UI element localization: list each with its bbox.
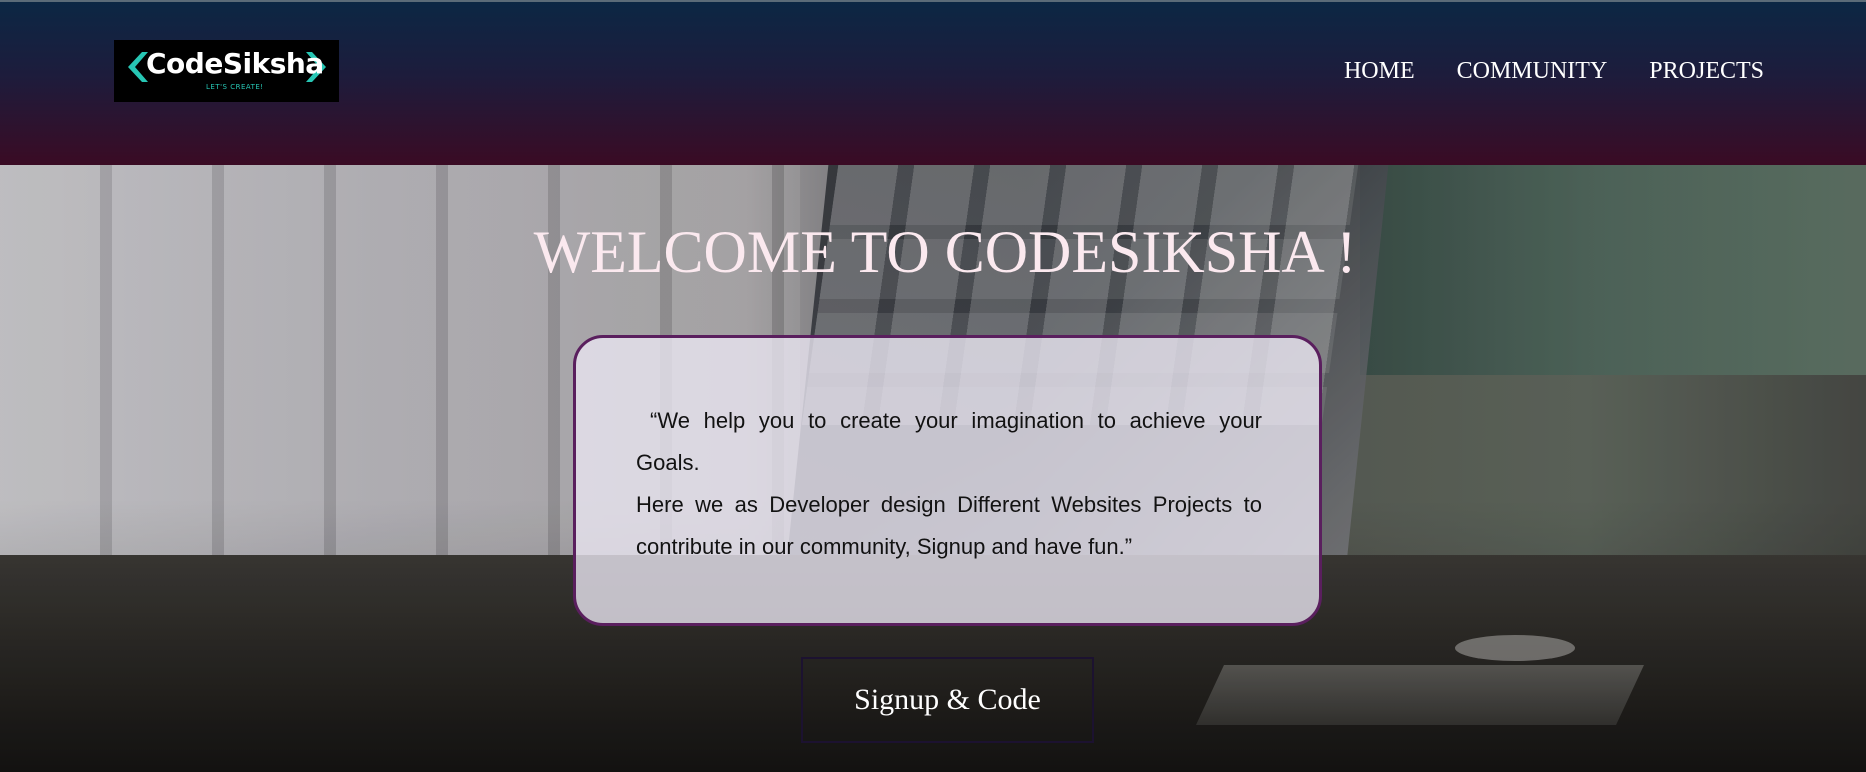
quote-text: “We help you to create your imagination … bbox=[636, 400, 1262, 568]
quote-line-1: “We help you to create your imagination … bbox=[636, 408, 1262, 475]
nav-community[interactable]: COMMUNITY bbox=[1457, 58, 1608, 85]
page: CodeSiksha LET'S CREATE! HOME COMMUNITY … bbox=[0, 0, 1866, 772]
signup-code-button[interactable]: Signup & Code bbox=[801, 657, 1094, 743]
hero-section: WELCOME TO CODESIKSHA ! “We help you to … bbox=[0, 165, 1866, 772]
logo-tagline: LET'S CREATE! bbox=[206, 83, 264, 91]
site-header: CodeSiksha LET'S CREATE! HOME COMMUNITY … bbox=[0, 0, 1866, 165]
quote-line-2: Here we as Developer design Different We… bbox=[636, 492, 1262, 559]
nav-projects[interactable]: PROJECTS bbox=[1649, 58, 1764, 85]
brand-logo[interactable]: CodeSiksha LET'S CREATE! bbox=[114, 40, 339, 102]
hero-title: WELCOME TO CODESIKSHA ! bbox=[533, 219, 1357, 285]
main-nav: HOME COMMUNITY PROJECTS bbox=[1344, 58, 1764, 85]
quote-card: “We help you to create your imagination … bbox=[573, 335, 1322, 626]
nav-home[interactable]: HOME bbox=[1344, 58, 1415, 85]
logo-wordmark: CodeSiksha bbox=[146, 47, 324, 80]
